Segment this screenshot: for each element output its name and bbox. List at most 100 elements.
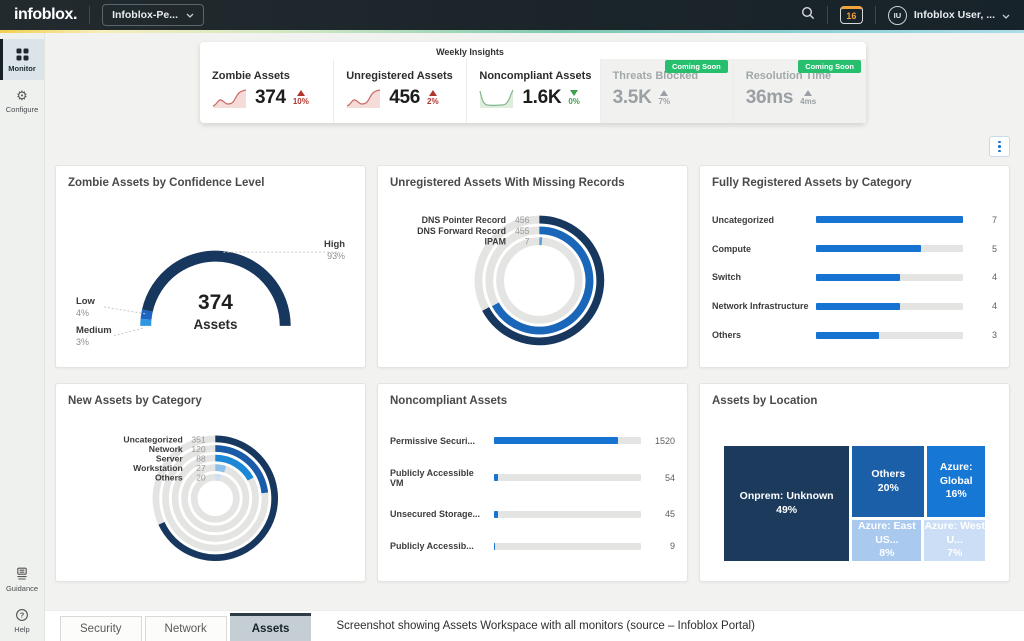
monitor-card-new-assets-by-category: New Assets by CategoryUncategorized351Ne… [55,383,366,582]
kpi-sparkline [346,87,382,109]
topbar: infoblox. Infoblox-Pe... 16 IU Infoblox … [0,0,1024,30]
kpi-value-row: 374 10% [212,87,321,109]
bar-row: Unsecured Storage...45 [390,509,675,519]
treemap: Onprem: Unknown49%Others20%Azure: Global… [724,446,985,561]
dashboard-options-button[interactable] [989,136,1010,157]
kpi-delta: 0% [568,90,580,106]
trend-up-icon [429,90,437,96]
topbar-divider [827,6,828,24]
tabs: SecurityNetworkAssets [60,613,314,641]
bar-value: 4 [973,272,997,282]
kpi-label: Noncompliant Assets [479,70,587,82]
bar-fill [494,543,495,550]
bar-value: 1520 [651,436,675,446]
sidebar-item-guidance[interactable]: Guidance [0,559,44,600]
sidebar-item-help[interactable]: ? Help [0,600,44,641]
search-icon [801,6,815,25]
treemap-bottom-row: Azure: East US...8%Azure: West U...7% [852,520,985,561]
svg-text:Others: Others [155,473,183,483]
gauge-segment-low [146,311,147,320]
weekly-insights-title: Weekly Insights [200,42,740,57]
kpi-unregistered-assets[interactable]: Unregistered Assets4562% [333,59,466,123]
workspace-tab-bar: SecurityNetworkAssets Screenshot showing… [45,610,1024,641]
svg-text:4%: 4% [76,308,89,318]
bar-fill [494,511,498,518]
kpi-delta: 10% [293,90,309,106]
kpi-value-row: 36ms4ms [746,87,854,109]
card-title: New Assets by Category [68,395,353,407]
bar-fill [494,474,498,481]
kpi-value-row: 3.5K7% [613,87,721,109]
user-menu[interactable]: IU Infoblox User, ... [888,6,1010,25]
bar-label: Compute [712,244,816,254]
topbar-divider [89,6,90,24]
bar-track [494,474,641,481]
search-button[interactable] [801,6,815,25]
bar-track [816,274,963,281]
kpi-row: Zombie Assets37410%Unregistered Assets45… [200,59,866,123]
svg-text:20: 20 [196,473,206,483]
bar-fill [816,216,963,223]
gear-icon: ⚙ [15,88,29,102]
kpi-zombie-assets[interactable]: Zombie Assets37410% [200,59,333,123]
tab-network[interactable]: Network [145,616,227,641]
treemap-block-label: Azure: Global [927,461,985,488]
chart-area: DNS Pointer Record456DNS Forward Record4… [390,196,675,359]
bar-track [816,332,963,339]
workspace-dropdown-label: Infoblox-Pe... [112,9,178,21]
svg-text:Workstation: Workstation [133,463,183,473]
workspace-dropdown[interactable]: Infoblox-Pe... [102,4,204,26]
help-icon: ? [15,608,29,622]
svg-text:Uncategorized: Uncategorized [123,434,182,444]
sidebar-item-label: Monitor [8,64,36,73]
kpi-value: 374 [255,87,286,109]
treemap-block-azure-east-us-[interactable]: Azure: East US...8% [852,520,921,561]
treemap-right: Others20%Azure: Global16%Azure: East US.… [852,446,985,561]
radial-ring [215,477,220,478]
hbar-body: Permissive Securi...1520Publicly Accessi… [390,414,675,573]
bar-label: Uncategorized [712,215,816,225]
bar-fill [494,437,618,444]
date-badge[interactable]: 16 [840,6,863,24]
bar-row: Network Infrastructure4 [712,301,997,311]
bar-fill [816,245,921,252]
monitor-card-noncompliant-assets: Noncompliant AssetsPermissive Securi...1… [377,383,688,582]
kpi-value: 1.6K [522,87,561,109]
svg-text:Low: Low [76,296,96,307]
treemap-block-others[interactable]: Others20% [852,446,924,517]
bar-fill [816,274,900,281]
monitor-card-zombie-assets-by-confidence-level: Zombie Assets by Confidence Level374Asse… [55,165,366,368]
guidance-icon [15,567,29,581]
card-title: Assets by Location [712,395,997,407]
kpi-delta-value: 7% [659,97,671,106]
sidebar-item-configure[interactable]: ⚙ Configure [0,80,44,121]
sidebar-item-monitor[interactable]: Monitor [0,39,44,80]
trend-up-icon [660,90,668,96]
tab-security[interactable]: Security [60,616,142,641]
svg-text:456: 456 [515,215,530,225]
treemap-block-azure-global[interactable]: Azure: Global16% [927,446,985,517]
kebab-icon [998,141,1001,144]
bar-row: Switch4 [712,272,997,282]
tab-assets[interactable]: Assets [230,613,312,641]
treemap-block-azure-west-u-[interactable]: Azure: West U...7% [924,520,985,561]
bar-label: Publicly Accessib... [390,541,494,551]
chart-area: Uncategorized7Compute5Switch4Network Inf… [712,196,997,359]
kpi-noncompliant-assets[interactable]: Noncompliant Assets 1.6K 0% [466,59,599,123]
sidebar-item-label: Configure [6,105,39,114]
coming-soon-badge: Coming Soon [665,60,728,73]
kpi-value-row: 1.6K 0% [479,87,587,109]
bar-track [494,511,641,518]
trend-down-icon [570,90,578,96]
grid-icon [15,47,29,61]
bar-value: 3 [973,330,997,340]
chart-area: 374AssetsHigh93%Low4%Medium3% [68,196,353,359]
monitor-card-unregistered-assets-with-missing-records: Unregistered Assets With Missing Records… [377,165,688,368]
topbar-divider [875,6,876,24]
sidebar-item-label: Help [14,625,29,634]
kpi-threats-blocked[interactable]: Coming SoonThreats Blocked3.5K7% [600,59,733,123]
bar-value: 54 [651,473,675,483]
kpi-resolution-time[interactable]: Coming SoonResolution Time36ms4ms [733,59,866,123]
bar-value: 5 [973,244,997,254]
treemap-block-onprem-unknown[interactable]: Onprem: Unknown49% [724,446,849,561]
